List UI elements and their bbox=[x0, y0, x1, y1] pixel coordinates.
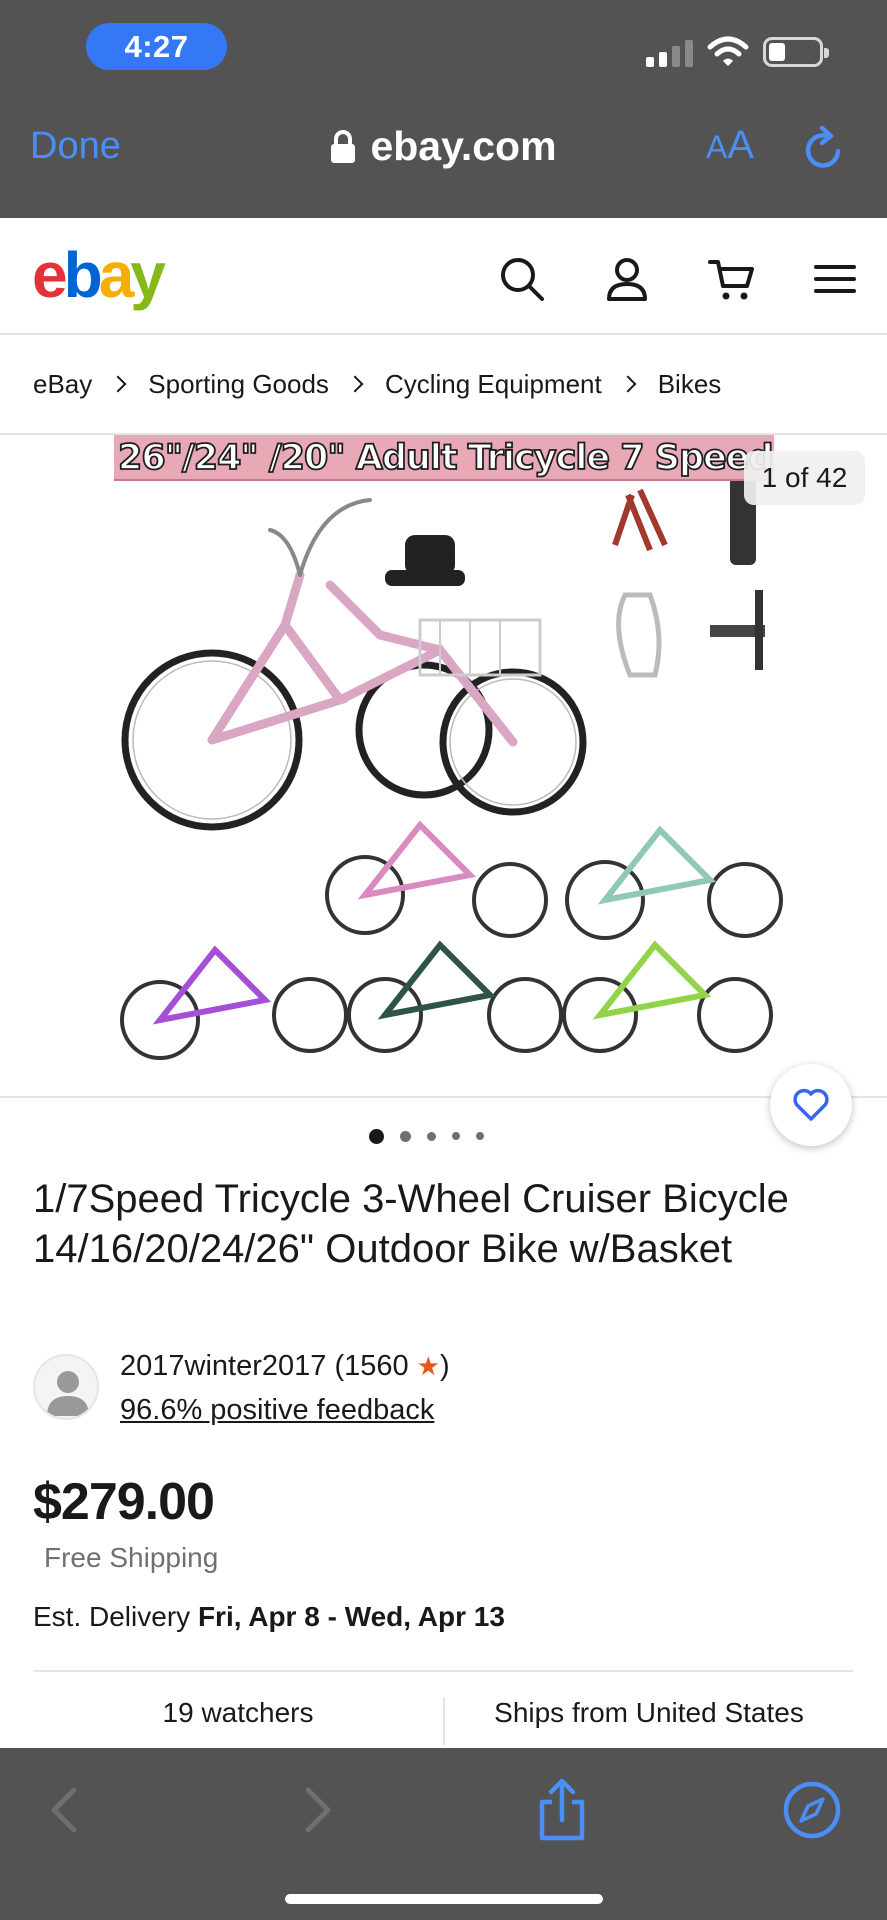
logo-letter-b: b bbox=[63, 239, 103, 311]
breadcrumb-item-ebay[interactable]: eBay bbox=[33, 369, 92, 400]
heart-icon bbox=[793, 1088, 829, 1121]
chevron-right-icon bbox=[109, 375, 127, 393]
wifi-icon bbox=[707, 36, 749, 66]
chevron-right-icon bbox=[619, 375, 637, 393]
browser-toolbar bbox=[0, 1748, 887, 1920]
shipping-cost: Free Shipping bbox=[44, 1542, 219, 1573]
status-time[interactable]: 4:27 bbox=[86, 23, 227, 70]
chevron-right-icon bbox=[346, 375, 364, 393]
status-bar: 4:27 bbox=[0, 0, 887, 95]
text-size-button[interactable]: AA bbox=[706, 123, 754, 168]
watchers-count: 19 watchers bbox=[162, 1697, 314, 1728]
breadcrumb-item-bikes[interactable]: Bikes bbox=[658, 369, 722, 400]
accessories-graphic bbox=[612, 475, 765, 678]
star-icon: ★ bbox=[416, 1351, 440, 1381]
color-variants-graphic bbox=[120, 820, 783, 1060]
breadcrumb-item-sporting-goods[interactable]: Sporting Goods bbox=[148, 369, 329, 400]
compass-icon[interactable] bbox=[782, 1778, 842, 1842]
seller-name-text: 2017winter2017 (1560 bbox=[120, 1350, 417, 1382]
ships-from: Ships from United States bbox=[494, 1697, 804, 1728]
reload-icon[interactable] bbox=[800, 125, 848, 173]
logo-letter-a: a bbox=[98, 239, 135, 311]
seller-name[interactable]: 2017winter2017 (1560 ★) bbox=[120, 1350, 450, 1383]
product-image bbox=[120, 475, 783, 1060]
listing-stats: 19 watchers Ships from United States bbox=[33, 1685, 853, 1745]
status-icons bbox=[646, 34, 829, 70]
text-size-large-label: A bbox=[727, 123, 755, 167]
url-bar: Done ebay.com AA bbox=[0, 95, 887, 218]
battery-icon bbox=[763, 37, 829, 67]
forward-icon[interactable] bbox=[286, 1778, 346, 1842]
pagination-dot[interactable] bbox=[476, 1132, 484, 1140]
estimated-delivery: Est. Delivery Fri, Apr 8 - Wed, Apr 13 bbox=[33, 1601, 505, 1633]
url-host-text: ebay.com bbox=[370, 123, 557, 169]
image-counter: 1 of 42 bbox=[744, 451, 865, 505]
pagination-dot[interactable] bbox=[452, 1132, 460, 1140]
text-size-small-label: A bbox=[706, 129, 728, 165]
back-icon[interactable] bbox=[36, 1778, 96, 1842]
pagination-dot[interactable] bbox=[427, 1131, 436, 1141]
breadcrumb-item-cycling-equipment[interactable]: Cycling Equipment bbox=[385, 369, 602, 400]
delivery-label: Est. Delivery bbox=[33, 1601, 198, 1632]
seller-name-end: ) bbox=[439, 1350, 450, 1382]
divider bbox=[33, 1670, 853, 1672]
logo-letter-y: y bbox=[130, 239, 166, 311]
item-price: $279.00 bbox=[33, 1473, 215, 1531]
person-icon bbox=[47, 1371, 89, 1416]
menu-icon[interactable] bbox=[810, 254, 860, 304]
pagination-dot[interactable] bbox=[400, 1130, 411, 1142]
product-image-gallery[interactable]: 26"/24" /20" Adult Tricycle 7 Speed 1 of… bbox=[0, 435, 887, 1098]
main-tricycle-graphic bbox=[121, 498, 587, 831]
seller-feedback-link[interactable]: 96.6% positive feedback bbox=[120, 1394, 434, 1427]
seller-info: 2017winter2017 (1560 ★) 96.6% positive f… bbox=[33, 1350, 853, 1426]
cart-icon[interactable] bbox=[707, 254, 757, 304]
seller-avatar[interactable] bbox=[33, 1354, 99, 1420]
cellular-signal-icon bbox=[646, 37, 693, 67]
product-banner-text: 26"/24" /20" Adult Tricycle 7 Speed bbox=[114, 435, 774, 481]
account-icon[interactable] bbox=[602, 254, 652, 304]
listing-title: 1/7Speed Tricycle 3-Wheel Cruiser Bicycl… bbox=[33, 1177, 789, 1271]
delivery-dates: Fri, Apr 8 - Wed, Apr 13 bbox=[197, 1601, 505, 1632]
search-icon[interactable] bbox=[497, 254, 547, 304]
site-header: ebay bbox=[0, 218, 887, 335]
gallery-pagination bbox=[0, 1128, 887, 1144]
lock-icon bbox=[331, 129, 356, 163]
pagination-dot[interactable] bbox=[369, 1128, 384, 1144]
browser-chrome-top: 4:27 Done ebay.com AA bbox=[0, 0, 887, 218]
breadcrumb: eBay Sporting Goods Cycling Equipment Bi… bbox=[0, 335, 887, 435]
share-icon[interactable] bbox=[532, 1778, 592, 1842]
ebay-logo[interactable]: ebay bbox=[32, 239, 166, 311]
home-indicator[interactable] bbox=[285, 1894, 603, 1904]
logo-letter-e: e bbox=[32, 239, 68, 311]
